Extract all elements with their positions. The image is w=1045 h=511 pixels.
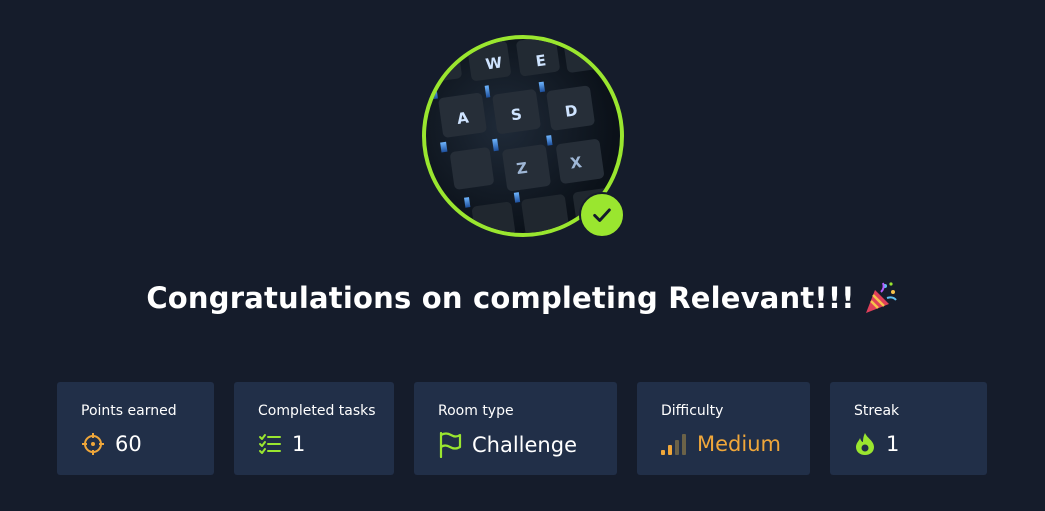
flame-icon (856, 433, 874, 455)
room-avatar: W E A S D Z X (422, 35, 625, 238)
stat-label: Difficulty (661, 403, 724, 419)
flag-icon (439, 432, 462, 458)
stat-card-points: Points earned 60 (57, 382, 214, 475)
stat-card-tasks: Completed tasks 1 (234, 382, 394, 475)
stat-label: Completed tasks (258, 403, 376, 419)
congratulations-text: Congratulations on completing Relevant!!… (146, 281, 855, 315)
stat-card-streak: Streak 1 (830, 382, 987, 475)
svg-text:W: W (484, 53, 503, 73)
checklist-icon (259, 434, 281, 454)
difficulty-bars-icon (661, 434, 686, 455)
stat-label: Streak (854, 403, 900, 419)
congratulations-heading: Congratulations on completing Relevant!!… (0, 280, 1045, 316)
party-popper-icon (863, 280, 899, 316)
check-icon (579, 192, 625, 238)
stat-value: Medium (697, 432, 781, 456)
stat-label: Points earned (81, 403, 177, 419)
stat-value: Challenge (472, 433, 577, 457)
stat-value: 1 (886, 432, 900, 456)
svg-text:D: D (564, 101, 579, 121)
stat-value: 60 (115, 432, 142, 456)
target-icon (82, 433, 104, 455)
stat-value: 1 (292, 432, 306, 456)
stat-card-room-type: Room type Challenge (414, 382, 617, 475)
stat-card-difficulty: Difficulty Medium (637, 382, 810, 475)
stat-label: Room type (438, 403, 514, 419)
